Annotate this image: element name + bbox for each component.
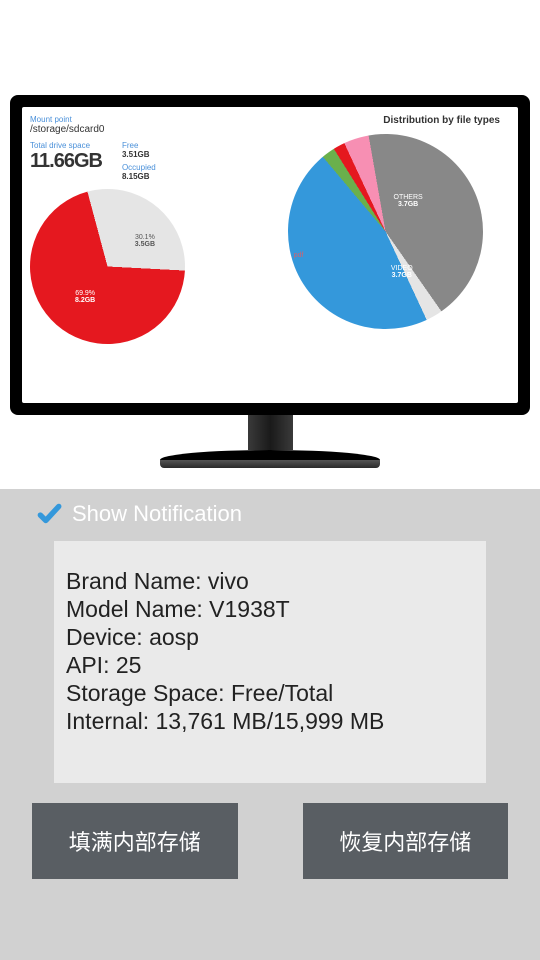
device-info-panel: Brand Name: vivo Model Name: V1938T Devi… [54,541,486,783]
filetype-pie-chart: OTHERS 3.7GB VIDEO 3.7GB pdf [288,134,483,329]
pie-others-label: OTHERS 3.7GB [394,194,423,208]
restore-storage-button[interactable]: 恢复内部存储 [303,803,509,879]
occupied-value: 8.15GB [122,172,156,181]
show-notification-checkbox[interactable]: Show Notification [0,489,540,539]
free-value: 3.51GB [122,150,156,159]
total-space-label: Total drive space [30,141,102,150]
pie-occupied-label: 69.9% 8.2GB [75,290,95,304]
mount-point-label: Mount point [30,115,260,124]
brand-line: Brand Name: vivo [66,567,474,595]
api-line: API: 25 [66,651,474,679]
total-space-value: 11.66GB [30,150,102,173]
monitor-base [160,450,380,460]
free-label: Free [122,141,156,150]
checkmark-icon [36,501,62,527]
monitor-stand [248,415,293,450]
pie-free-label: 30.1% 3.5GB [135,234,155,248]
usage-pie-chart: 30.1% 3.5GB 69.9% 8.2GB [30,189,185,344]
distribution-title: Distribution by file types [260,115,510,126]
model-line: Model Name: V1938T [66,595,474,623]
storage-line: Storage Space: Free/Total [66,679,474,707]
monitor-illustration: Mount point /storage/sdcard0 Total drive… [0,0,540,489]
checkbox-label: Show Notification [72,501,242,527]
pie-pdf-label: pdf [294,252,304,259]
device-line: Device: aosp [66,623,474,651]
fill-storage-button[interactable]: 填满内部存储 [32,803,238,879]
mount-point-value: /storage/sdcard0 [30,124,260,135]
pie-video-label: VIDEO 3.7GB [391,265,413,279]
monitor-screen: Mount point /storage/sdcard0 Total drive… [22,107,518,403]
monitor-frame: Mount point /storage/sdcard0 Total drive… [10,95,530,415]
occupied-label: Occupied [122,163,156,172]
internal-line: Internal: 13,761 MB/15,999 MB [66,707,474,735]
